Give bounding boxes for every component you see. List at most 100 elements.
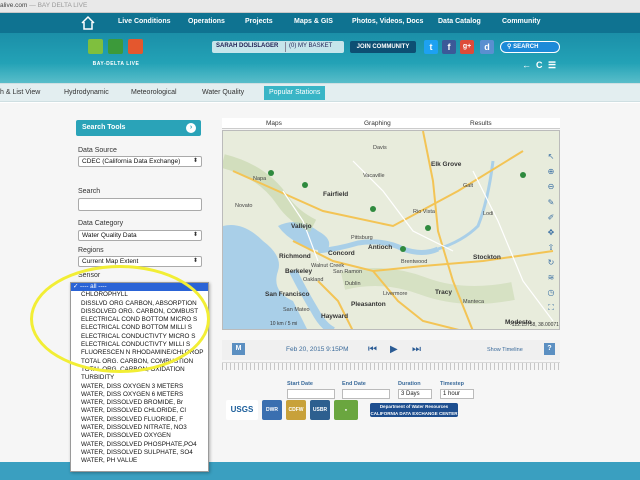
step-back-icon[interactable]: ⏮ bbox=[368, 344, 377, 355]
sensor-option[interactable]: WATER, DISSOLVED NITRATE, NO3 bbox=[71, 424, 208, 432]
basket-link[interactable]: (0) MY BASKET bbox=[289, 43, 332, 49]
sensor-option[interactable]: WATER, DISS OXYGEN 3 METERS bbox=[71, 383, 208, 391]
pointer-icon[interactable]: ↖ bbox=[546, 152, 556, 162]
logo-leaf-icon bbox=[108, 39, 123, 54]
sensor-option[interactable]: WATER, DISSOLVED OXYGEN bbox=[71, 432, 208, 440]
usgs-logo[interactable]: USGS bbox=[226, 400, 258, 420]
end-date-input[interactable] bbox=[342, 389, 390, 399]
nav-data-catalog[interactable]: Data Catalog bbox=[438, 18, 481, 25]
usbr-logo[interactable]: USBR bbox=[310, 400, 330, 420]
sensor-option-selected[interactable]: ✓ ---- all ---- bbox=[71, 283, 208, 292]
map-scale: 10 km / 5 mi bbox=[270, 321, 298, 327]
sensor-option[interactable]: DISSLVD ORG CARBON, ABSORPTION bbox=[71, 300, 208, 308]
top-navigation: Live Conditions Operations Projects Maps… bbox=[0, 13, 640, 33]
layers-icon[interactable]: ≋ bbox=[546, 273, 556, 283]
tab-graphing[interactable]: Graphing bbox=[364, 120, 391, 127]
back-arrow-icon[interactable]: ← bbox=[522, 60, 531, 70]
dwr-logo[interactable]: DWR bbox=[262, 400, 282, 420]
tab-maps[interactable]: Maps bbox=[266, 120, 282, 127]
fullscreen-icon[interactable]: ⛶ bbox=[546, 303, 556, 313]
regions-select[interactable]: Current Map Extent ⬍ bbox=[78, 256, 202, 267]
sensor-option[interactable]: TOTAL ORG. CARBON, COMBUSTION bbox=[71, 358, 208, 366]
delicious-icon[interactable]: d bbox=[480, 40, 494, 54]
zoom-out-icon[interactable]: ⊖ bbox=[546, 182, 556, 192]
facebook-icon[interactable]: f bbox=[442, 40, 456, 54]
map-canvas bbox=[223, 131, 559, 329]
upload-icon[interactable]: ⇧ bbox=[546, 243, 556, 253]
tab-hydrodynamic[interactable]: Hydrodynamic bbox=[64, 89, 109, 96]
data-source-select[interactable]: CDEC (California Data Exchange) ⬍ bbox=[78, 156, 202, 167]
duration-select[interactable]: 3 Days bbox=[398, 389, 432, 399]
refresh-icon[interactable]: C bbox=[536, 60, 543, 70]
browser-address-bar[interactable]: alive.com — BAY DELTA LIVE bbox=[0, 0, 640, 13]
tab-meteorological[interactable]: Meteorological bbox=[131, 89, 177, 96]
join-community-button[interactable]: JOIN COMMUNITY bbox=[350, 41, 416, 53]
sensor-option[interactable]: WATER, DISSOLVED BROMIDE, Br bbox=[71, 399, 208, 407]
twitter-icon[interactable]: t bbox=[424, 40, 438, 54]
sensor-option[interactable]: WATER, PH VALUE bbox=[71, 457, 208, 465]
url-text[interactable]: alive.com — BAY DELTA LIVE bbox=[0, 2, 87, 9]
nav-community[interactable]: Community bbox=[502, 18, 541, 25]
map-label: Napa bbox=[253, 176, 267, 182]
sensor-dropdown-list[interactable]: ✓ ---- all ---- CHLOROPHYLL DISSLVD ORG … bbox=[70, 282, 209, 472]
measure-icon[interactable]: ✎ bbox=[546, 198, 556, 208]
sensor-option[interactable]: FLUORESCEN N RHODAMINE/CHLOROP bbox=[71, 349, 208, 357]
tab-map-list-view[interactable]: h & List View bbox=[0, 89, 40, 96]
sensor-option[interactable]: WATER, DISS OXYGEN 6 METERS bbox=[71, 391, 208, 399]
timeline-ticks[interactable] bbox=[222, 362, 560, 370]
google-plus-icon[interactable]: g+ bbox=[460, 40, 474, 54]
nav-photos-videos-docs[interactable]: Photos, Videos, Docs bbox=[352, 18, 423, 25]
sensor-option[interactable]: WATER, DISSOLVED FLUORIDE, F bbox=[71, 416, 208, 424]
state-logo[interactable]: ● bbox=[334, 400, 358, 420]
sensor-option[interactable]: ELECTRICAL COND BOTTOM MILLI S bbox=[71, 324, 208, 332]
bay-delta-live-logo[interactable]: BAY-DELTA LIVE bbox=[84, 39, 148, 73]
sensor-option[interactable]: TURBIDITY bbox=[71, 374, 208, 382]
sensor-option[interactable]: WATER, DISSOLVED SULPHATE, SO4 bbox=[71, 449, 208, 457]
nav-projects[interactable]: Projects bbox=[245, 18, 273, 25]
sensor-option[interactable]: DISSOLVED ORG. CARBON, COMBUST bbox=[71, 308, 208, 316]
search-tools-header[interactable]: Search Tools › bbox=[76, 120, 201, 136]
clock-icon[interactable]: ◷ bbox=[546, 288, 556, 298]
map-label: Dublin bbox=[345, 281, 361, 287]
tab-results[interactable]: Results bbox=[470, 120, 492, 127]
nav-live-conditions[interactable]: Live Conditions bbox=[118, 18, 171, 25]
map-label: Concord bbox=[328, 250, 355, 257]
sensor-option[interactable]: WATER, DISSOLVED CHLORIDE, Cl bbox=[71, 407, 208, 415]
tab-water-quality[interactable]: Water Quality bbox=[202, 89, 244, 96]
sensor-option[interactable]: ELECTRICAL CONDUCTIVTY MILLI S bbox=[71, 341, 208, 349]
m-button[interactable]: M bbox=[232, 343, 245, 355]
search-button[interactable]: ⚲ SEARCH bbox=[500, 41, 560, 53]
sensor-option[interactable]: ELECTRICAL COND BOTTOM MICRO S bbox=[71, 316, 208, 324]
nav-operations[interactable]: Operations bbox=[188, 18, 225, 25]
sensor-option[interactable]: CHLOROPHYLL bbox=[71, 291, 208, 299]
play-icon[interactable]: ▶ bbox=[390, 344, 398, 355]
data-source-label: Data Source bbox=[78, 147, 117, 154]
nav-maps-gis[interactable]: Maps & GIS bbox=[294, 18, 333, 25]
start-date-input[interactable] bbox=[287, 389, 335, 399]
sensor-option[interactable]: WATER, DISSOLVED PHOSPHATE,PO4 bbox=[71, 441, 208, 449]
cdfw-logo[interactable]: CDFW bbox=[286, 400, 306, 420]
tab-popular-stations[interactable]: Popular Stations bbox=[264, 86, 326, 100]
select-caret-icon: ⬍ bbox=[192, 232, 198, 238]
sensor-option[interactable]: TOTAL ORG. CARBON, OXIDATION bbox=[71, 366, 208, 374]
menu-icon[interactable]: ☰ bbox=[548, 60, 556, 71]
rotate-icon[interactable]: ↻ bbox=[546, 258, 556, 268]
pan-icon[interactable]: ✥ bbox=[546, 228, 556, 238]
cdec-logo[interactable]: Department of Water Resources CALIFORNIA… bbox=[370, 403, 458, 417]
timestep-select[interactable]: 1 hour bbox=[440, 389, 474, 399]
map-view[interactable]: Elk Grove Fairfield Vallejo Antioch Conc… bbox=[222, 130, 560, 330]
home-icon[interactable] bbox=[80, 15, 96, 31]
zoom-in-icon[interactable]: ⊕ bbox=[546, 167, 556, 177]
show-timeline-link[interactable]: Show Timeline bbox=[487, 347, 523, 353]
sensor-option[interactable]: ELECTRICAL CONDUCTIVTY MICRO S bbox=[71, 333, 208, 341]
user-box[interactable]: SARAH DOLISLAGER (0) MY BASKET bbox=[212, 41, 344, 53]
collapse-arrow-icon[interactable]: › bbox=[186, 123, 196, 133]
help-button[interactable]: ? bbox=[544, 343, 555, 355]
search-input[interactable] bbox=[78, 198, 202, 211]
step-forward-icon[interactable]: ⏭ bbox=[412, 344, 421, 355]
draw-icon[interactable]: ✐ bbox=[546, 213, 556, 223]
map-tabs: Maps Graphing Results bbox=[222, 118, 560, 129]
map-label: Vacaville bbox=[363, 173, 385, 179]
data-category-select[interactable]: Water Quality Data ⬍ bbox=[78, 230, 202, 241]
user-name[interactable]: SARAH DOLISLAGER bbox=[216, 43, 278, 49]
